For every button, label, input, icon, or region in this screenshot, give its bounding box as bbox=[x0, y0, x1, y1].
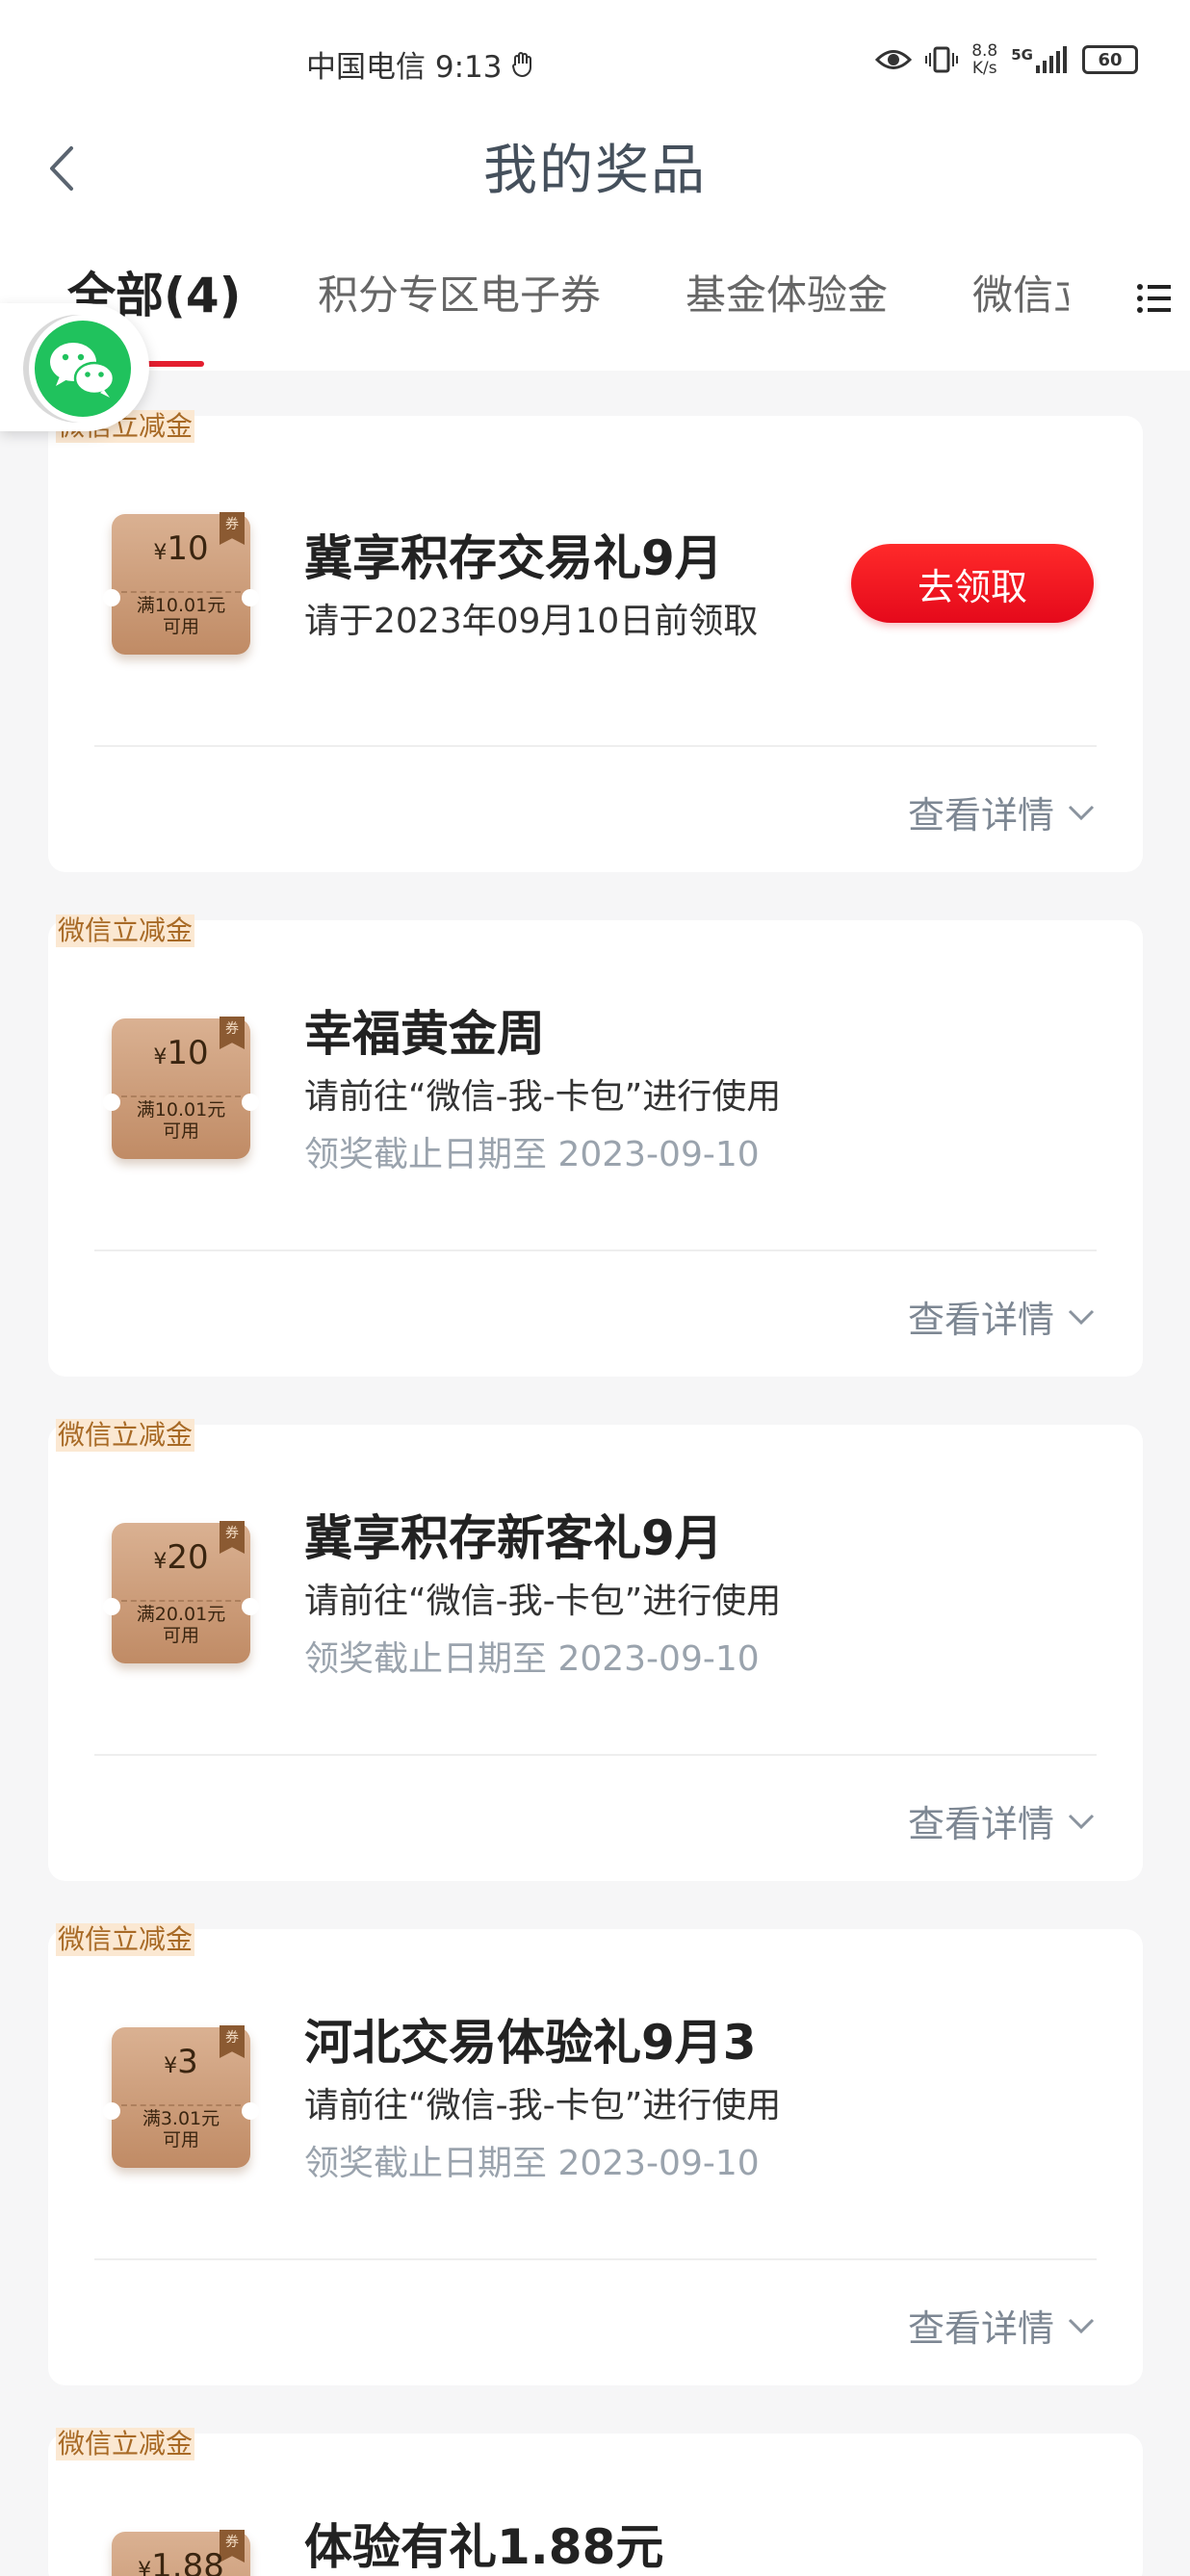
tabs-menu-icon[interactable] bbox=[1136, 279, 1173, 318]
prize-title: 体验有礼1.88元 bbox=[304, 2519, 664, 2575]
prize-subtitle: 请前往“微信-我-卡包”进行使用 bbox=[304, 1582, 782, 1621]
coupon-condition: 满20.01元 可用 bbox=[112, 1604, 250, 1646]
coupon-amount: ¥3 bbox=[112, 2043, 250, 2081]
coupon-condition: 满10.01元 可用 bbox=[112, 1099, 250, 1142]
prize-card: 券 ¥1.88 体验有礼1.88元 bbox=[48, 2434, 1143, 2576]
view-details-label: 查看详情 bbox=[907, 1803, 1054, 1845]
network-speed: 8.8 K/s bbox=[971, 42, 997, 77]
hand-icon bbox=[512, 51, 532, 77]
view-details-label: 查看详情 bbox=[907, 1299, 1054, 1341]
prize-card: 券 ¥3 满3.01元 可用 河北交易体验礼9月3 请前往“微信-我-卡包”进行使… bbox=[48, 1929, 1143, 2385]
wechat-logo bbox=[29, 315, 137, 423]
coupon-amount: ¥10 bbox=[112, 529, 250, 568]
usable-text: 可用 bbox=[162, 2129, 199, 2151]
condition-text: 满20.01元 bbox=[136, 1604, 226, 1625]
wechat-discount-badge: 微信立减金 bbox=[56, 1419, 195, 1452]
tab-wechat-discount-clip: 微信立减金 bbox=[972, 245, 1069, 322]
condition-text: 满10.01元 bbox=[136, 595, 226, 616]
currency-symbol: ¥ bbox=[153, 1550, 168, 1574]
wechat-discount-badge: 微信立减金 bbox=[56, 1923, 195, 1956]
amount-value: 10 bbox=[167, 529, 209, 568]
status-right: 8.8 K/s 5G 60 bbox=[875, 42, 1138, 77]
prize-title: 冀享积存新客礼9月 bbox=[304, 1510, 723, 1566]
condition-text: 满10.01元 bbox=[136, 1099, 226, 1121]
coupon-condition: 满3.01元 可用 bbox=[112, 2108, 250, 2151]
amount-value: 3 bbox=[177, 2043, 198, 2081]
coupon-condition: 满10.01元 可用 bbox=[112, 595, 250, 637]
tab-wechat-discount[interactable]: 微信立减金 bbox=[972, 263, 1069, 322]
speed-unit: K/s bbox=[971, 59, 997, 78]
wechat-icon bbox=[50, 343, 116, 398]
prize-title: 幸福黄金周 bbox=[304, 1006, 545, 1062]
prize-deadline: 领奖截止日期至 2023-09-10 bbox=[304, 1135, 760, 1174]
prize-title: 冀享积存交易礼9月 bbox=[304, 530, 723, 586]
view-details-link[interactable]: 查看详情 bbox=[908, 2299, 1095, 2352]
coupon-amount: ¥1.88 bbox=[112, 2547, 250, 2576]
prize-card: 券 ¥10 满10.01元 可用 幸福黄金周 请前往“微信-我-卡包”进行使用 领… bbox=[48, 920, 1143, 1377]
vibrate-icon bbox=[925, 46, 959, 73]
wechat-discount-badge: 微信立减金 bbox=[56, 914, 195, 947]
claim-button[interactable]: 去领取 bbox=[851, 544, 1094, 623]
card-divider bbox=[94, 1249, 1097, 1251]
prize-card: 券 ¥10 满10.01元 可用 冀享积存交易礼9月 请于2023年09月10日前… bbox=[48, 416, 1143, 872]
card-divider bbox=[94, 2258, 1097, 2260]
prize-subtitle: 请于2023年09月10日前领取 bbox=[304, 602, 759, 641]
coupon-separator bbox=[121, 1095, 241, 1097]
wechat-float-button[interactable] bbox=[0, 303, 149, 431]
currency-symbol: ¥ bbox=[164, 2054, 178, 2078]
currency-symbol: ¥ bbox=[153, 1045, 168, 1069]
chevron-down-icon bbox=[1068, 805, 1095, 820]
coupon-separator bbox=[121, 1600, 241, 1602]
battery-level: 60 bbox=[1098, 49, 1123, 70]
coupon-ticket: 券 ¥20 满20.01元 可用 bbox=[103, 1521, 259, 1663]
prize-deadline: 领奖截止日期至 2023-09-10 bbox=[304, 1639, 760, 1679]
chevron-down-icon bbox=[1068, 2318, 1095, 2333]
coupon-separator bbox=[121, 591, 241, 593]
coupon-amount: ¥10 bbox=[112, 1034, 250, 1072]
amount-value: 1.88 bbox=[151, 2547, 224, 2576]
coupon-ticket: 券 ¥1.88 bbox=[112, 2530, 250, 2576]
condition-text: 满3.01元 bbox=[142, 2108, 220, 2129]
wechat-discount-badge: 微信立减金 bbox=[56, 2428, 195, 2460]
battery-icon: 60 bbox=[1082, 45, 1138, 74]
view-details-link[interactable]: 查看详情 bbox=[908, 1794, 1095, 1847]
prize-title: 河北交易体验礼9月3 bbox=[304, 2015, 757, 2071]
chevron-down-icon bbox=[1068, 1309, 1095, 1325]
card-divider bbox=[94, 745, 1097, 747]
view-details-link[interactable]: 查看详情 bbox=[908, 786, 1095, 838]
coupon-separator bbox=[121, 2104, 241, 2106]
status-bar: 中国电信 9:13 8.8 K/s 5G 60 bbox=[0, 0, 1190, 125]
coupon-ticket: 券 ¥10 满10.01元 可用 bbox=[103, 1017, 259, 1159]
currency-symbol: ¥ bbox=[153, 541, 168, 565]
card-divider bbox=[94, 1754, 1097, 1756]
usable-text: 可用 bbox=[162, 1121, 199, 1142]
speed-value: 8.8 bbox=[971, 41, 998, 61]
chevron-down-icon bbox=[1068, 1814, 1095, 1829]
view-details-link[interactable]: 查看详情 bbox=[908, 1290, 1095, 1343]
carrier-time: 中国电信 9:13 bbox=[306, 50, 503, 85]
amount-value: 10 bbox=[167, 1034, 209, 1072]
prize-card: 券 ¥20 满20.01元 可用 冀享积存新客礼9月 请前往“微信-我-卡包”进行… bbox=[48, 1425, 1143, 1881]
eye-icon bbox=[875, 50, 913, 69]
page-title: 我的奖品 bbox=[483, 140, 707, 202]
coupon-ticket: 券 ¥3 满3.01元 可用 bbox=[103, 2025, 259, 2168]
active-tab-indicator bbox=[142, 361, 204, 367]
coupon-amount: ¥20 bbox=[112, 1538, 250, 1577]
signal-icon: 5G bbox=[1011, 46, 1069, 73]
prize-subtitle: 请前往“微信-我-卡包”进行使用 bbox=[304, 1077, 782, 1117]
coupon-ticket: 券 ¥10 满10.01元 可用 bbox=[103, 512, 259, 655]
network-type: 5G bbox=[1011, 46, 1033, 64]
status-left: 中国电信 9:13 bbox=[306, 42, 536, 86]
usable-text: 可用 bbox=[162, 1625, 199, 1646]
prize-deadline: 领奖截止日期至 2023-09-10 bbox=[304, 2144, 760, 2183]
view-details-label: 查看详情 bbox=[907, 794, 1054, 837]
prize-subtitle: 请前往“微信-我-卡包”进行使用 bbox=[304, 2086, 782, 2125]
usable-text: 可用 bbox=[162, 616, 199, 637]
currency-symbol: ¥ bbox=[138, 2559, 152, 2576]
tab-fund-trial[interactable]: 基金体验金 bbox=[686, 263, 888, 322]
view-details-label: 查看详情 bbox=[907, 2307, 1054, 2350]
tab-points-ecoupons[interactable]: 积分专区电子券 bbox=[318, 263, 601, 322]
amount-value: 20 bbox=[167, 1538, 209, 1577]
